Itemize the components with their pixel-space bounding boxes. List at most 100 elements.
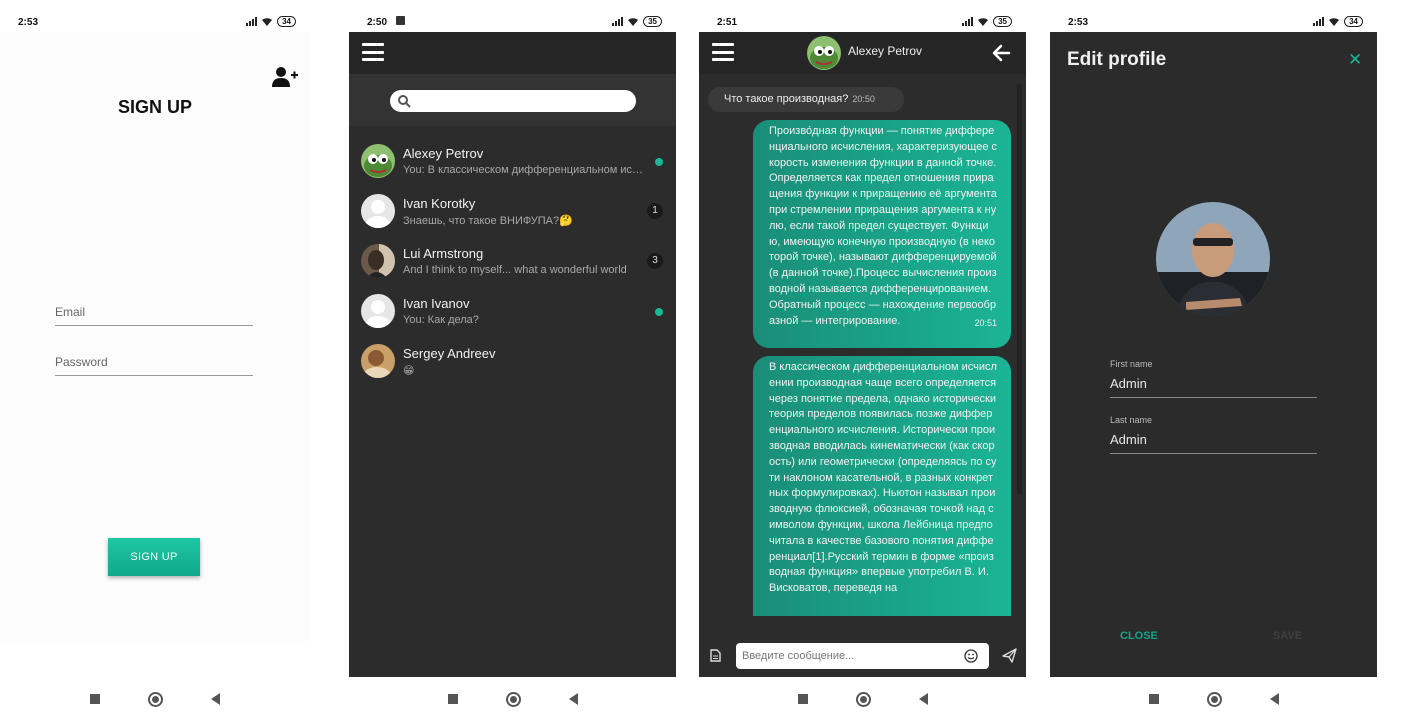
- chat-name: Lui Armstrong: [403, 246, 484, 261]
- status-bar: 2:53 34: [0, 0, 310, 32]
- page-title: SIGN UP: [117, 97, 192, 117]
- chat-preview: You: В классическом дифференциальном исч…: [403, 164, 647, 176]
- system-nav-bar: [349, 677, 676, 721]
- battery-icon: 35: [643, 16, 662, 27]
- scrollbar[interactable]: [1017, 84, 1022, 494]
- first-name-label: First name: [1110, 359, 1153, 369]
- chat-name: Ivan Ivanov: [403, 296, 470, 311]
- back-button[interactable]: [568, 693, 578, 705]
- status-time: 2:53: [1068, 17, 1089, 28]
- status-bar: 2:51 35: [699, 0, 1026, 32]
- phone-signup: 2:53 34 SIGN UP Email Password SIGN UP: [0, 0, 310, 721]
- back-button[interactable]: [1269, 693, 1279, 705]
- chat-preview: You: Как дела?: [403, 314, 479, 326]
- recents-button[interactable]: [1148, 694, 1159, 704]
- recents-button[interactable]: [90, 694, 100, 704]
- recents-button[interactable]: [797, 694, 808, 704]
- signal-icon: [246, 17, 258, 26]
- wifi-icon: [262, 17, 273, 26]
- conversation-screen: Alexey Petrov Что такое производная? 20:5…: [699, 32, 1026, 677]
- status-bar: 2:53 34: [1050, 0, 1377, 32]
- unread-badge: 1: [647, 203, 663, 219]
- phone-conversation: 2:51 35 Alexey Petrov Что такое производ…: [699, 0, 1026, 721]
- system-nav-bar: [1050, 677, 1377, 721]
- status-icons: 34: [1313, 16, 1363, 27]
- signal-icon: [962, 17, 974, 26]
- chat-item[interactable]: Sergey Andreev 😁: [349, 336, 676, 386]
- wifi-icon: [628, 17, 639, 26]
- home-button[interactable]: [855, 691, 871, 707]
- message-text: В классическом дифференциальном исчислен…: [769, 361, 997, 595]
- close-button[interactable]: CLOSE: [1120, 630, 1158, 642]
- send-icon[interactable]: [1002, 648, 1017, 663]
- back-arrow-icon[interactable]: [991, 44, 1011, 62]
- home-button[interactable]: [505, 691, 521, 707]
- incoming-message: Что такое производная? 20:50: [708, 87, 904, 112]
- avatar: [361, 194, 395, 228]
- status-icons: 35: [962, 16, 1012, 27]
- back-button[interactable]: [918, 693, 928, 705]
- signal-icon: [1313, 17, 1325, 26]
- last-name-input[interactable]: Admin: [1110, 432, 1317, 454]
- app-bar: Alexey Petrov: [699, 32, 1026, 74]
- online-indicator: [655, 158, 663, 166]
- password-field[interactable]: Password: [55, 355, 253, 376]
- home-button[interactable]: [1206, 691, 1222, 707]
- menu-icon[interactable]: [362, 43, 384, 61]
- status-time: 2:51: [717, 17, 738, 28]
- recents-button[interactable]: [447, 694, 458, 704]
- save-button[interactable]: SAVE: [1273, 630, 1302, 642]
- phone-edit-profile: 2:53 34 Edit profile ✕ First name Admin …: [1050, 0, 1377, 721]
- chat-preview: 😁: [403, 365, 415, 377]
- message-time: 20:51: [974, 317, 997, 328]
- search-icon: [398, 95, 411, 108]
- back-button[interactable]: [211, 693, 220, 705]
- system-nav-bar: [0, 677, 310, 721]
- avatar: [361, 344, 395, 378]
- status-bar: 2:50 35: [349, 0, 676, 32]
- battery-icon: 34: [277, 16, 296, 27]
- battery-icon: 35: [993, 16, 1012, 27]
- outgoing-message: В классическом дифференциальном исчислен…: [753, 356, 1011, 616]
- last-name-label: Last name: [1110, 415, 1153, 425]
- chat-name: Alexey Petrov: [403, 146, 484, 161]
- message-text: Произво́дная функции — понятие дифференц…: [769, 125, 997, 327]
- status-icons: 34: [246, 16, 296, 27]
- chat-item[interactable]: Alexey Petrov You: В классическом диффер…: [349, 136, 676, 186]
- emoji-icon[interactable]: [964, 649, 978, 663]
- battery-icon: 34: [1344, 16, 1363, 27]
- email-field[interactable]: Email: [55, 305, 253, 326]
- contact-name: Alexey Petrov: [848, 44, 923, 58]
- attach-file-icon[interactable]: [710, 649, 721, 662]
- close-icon[interactable]: ✕: [1348, 50, 1362, 70]
- chat-name: Sergey Andreev: [403, 346, 496, 361]
- status-time: 2:50: [367, 17, 388, 28]
- chat-list-screen: Alexey Petrov You: В классическом диффер…: [349, 32, 676, 677]
- profile-photo[interactable]: [1156, 202, 1270, 316]
- message-list: Что такое производная? 20:50 Произво́дная…: [699, 74, 1026, 635]
- chat-item[interactable]: Lui Armstrong And I think to myself... w…: [349, 236, 676, 286]
- online-indicator: [655, 308, 663, 316]
- message-text: Что такое производная?: [724, 93, 849, 105]
- app-bar: [349, 32, 676, 74]
- message-input[interactable]: [736, 643, 989, 669]
- menu-icon[interactable]: [712, 43, 734, 61]
- status-icons: 35: [612, 16, 662, 27]
- first-name-input[interactable]: Admin: [1110, 376, 1317, 398]
- chat-item[interactable]: Ivan Korotky Знаешь, что такое ВНИФУПА?🤔…: [349, 186, 676, 236]
- message-time: 20:50: [852, 94, 875, 104]
- add-user-icon[interactable]: [272, 66, 298, 88]
- avatar: [361, 294, 395, 328]
- notification-icon: [396, 16, 405, 25]
- sign-up-button[interactable]: SIGN UP: [108, 538, 200, 576]
- chat-name: Ivan Korotky: [403, 196, 476, 211]
- contact-avatar[interactable]: [807, 36, 841, 70]
- outgoing-message: Произво́дная функции — понятие дифференц…: [753, 120, 1011, 348]
- edit-profile-screen: Edit profile ✕ First name Admin Last nam…: [1050, 32, 1377, 677]
- unread-badge: 3: [647, 253, 663, 269]
- message-composer: [699, 635, 1026, 677]
- home-button[interactable]: [148, 691, 163, 707]
- chat-item[interactable]: Ivan Ivanov You: Как дела?: [349, 286, 676, 336]
- search-input[interactable]: [390, 90, 636, 112]
- chat-preview: And I think to myself... what a wonderfu…: [403, 264, 627, 276]
